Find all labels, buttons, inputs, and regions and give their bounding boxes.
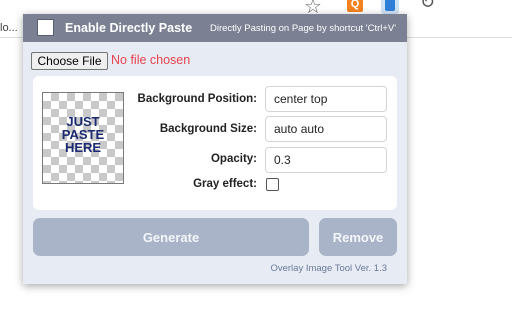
enable-paste-checkbox[interactable] xyxy=(37,19,54,36)
extension-popup: Enable Directly Paste Directly Pasting o… xyxy=(23,14,407,284)
gray-effect-checkbox[interactable] xyxy=(266,178,279,191)
extension-q-icon[interactable]: Q xyxy=(347,0,363,12)
background-size-input[interactable] xyxy=(265,116,387,142)
paste-preview-area[interactable]: JUST PASTE HERE xyxy=(42,92,124,184)
refresh-icon[interactable]: ↻ xyxy=(420,0,435,13)
popup-header: Enable Directly Paste Directly Pasting o… xyxy=(23,14,407,42)
opacity-label: Opacity: xyxy=(210,153,257,165)
background-position-label-wrap: Background Position: xyxy=(133,93,257,107)
remove-button[interactable]: Remove xyxy=(319,218,397,256)
gray-effect-label-wrap: Gray effect: xyxy=(133,178,257,192)
opacity-input[interactable] xyxy=(265,147,387,173)
generate-button[interactable]: Generate xyxy=(33,218,309,256)
extension-overlay-icon[interactable] xyxy=(381,0,399,14)
background-position-label: Background Position: xyxy=(137,93,257,105)
opacity-label-wrap: Opacity: xyxy=(133,153,257,167)
background-size-label-wrap: Background Size: xyxy=(133,123,257,137)
popup-title: Enable Directly Paste xyxy=(65,21,193,35)
gray-effect-label: Gray effect: xyxy=(193,178,257,190)
settings-panel: JUST PASTE HERE Background Position: Bac… xyxy=(33,76,397,210)
popup-description: Directly Pasting on Page by shortcut 'Ct… xyxy=(210,23,397,34)
browser-tab-text: lo... xyxy=(0,22,18,34)
background-position-input[interactable] xyxy=(265,86,387,112)
background-size-label: Background Size: xyxy=(159,123,257,135)
paste-hint-text: JUST PASTE HERE xyxy=(61,114,105,155)
version-text: Overlay Image Tool Ver. 1.3 xyxy=(270,263,387,274)
file-status: No file chosen xyxy=(111,53,191,67)
choose-file-button[interactable]: Choose File xyxy=(31,52,108,70)
